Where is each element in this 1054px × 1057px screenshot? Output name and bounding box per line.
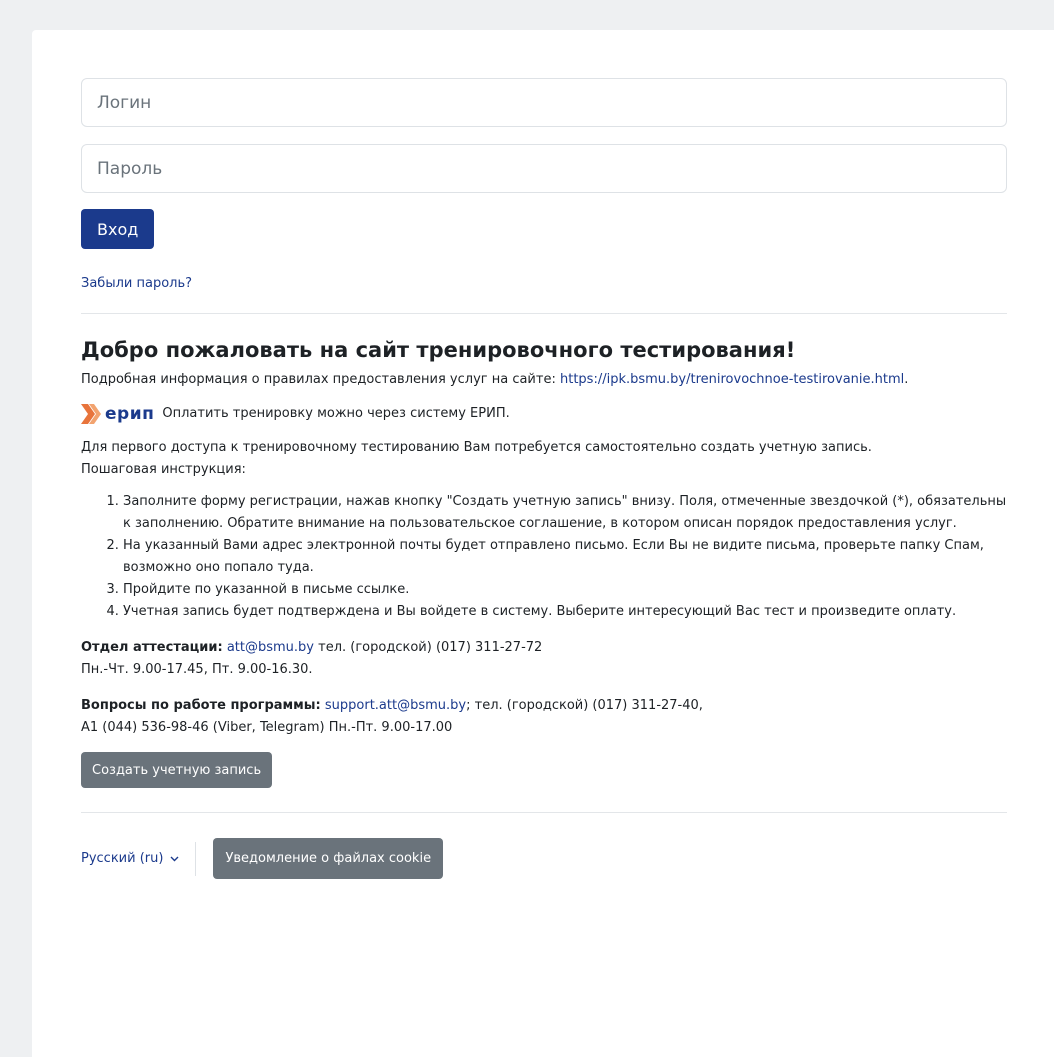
intro-text: Для первого доступа к тренировочному тес… (81, 437, 1007, 481)
erip-chevron-icon (81, 404, 101, 424)
erip-logo: ерип (81, 404, 154, 424)
login-button[interactable]: Вход (81, 209, 155, 249)
support-line-2: А1 (044) 536-98-46 (Viber, Telegram) Пн.… (81, 720, 453, 735)
list-item: Учетная запись будет подтверждена и Вы в… (123, 601, 1007, 623)
language-label: Русский (ru) (81, 851, 164, 866)
info-paragraph: Подробная информация о правилах предоста… (81, 369, 1007, 391)
chevron-down-icon (170, 856, 179, 861)
info-link[interactable]: https://ipk.bsmu.by/trenirovochnoe-testi… (560, 372, 904, 387)
login-input[interactable] (81, 78, 1007, 127)
footer-separator (195, 841, 197, 876)
list-item: На указанный Вами адрес электронной почт… (123, 535, 1007, 579)
support-label: Вопросы по работе программы: (81, 698, 321, 713)
divider (81, 313, 1007, 314)
list-item: Заполните форму регистрации, нажав кнопк… (123, 491, 1007, 535)
attestation-phone: тел. (городской) (017) 311-27-72 (318, 640, 543, 655)
erip-text: Оплатить тренировку можно через систему … (162, 406, 510, 421)
attestation-label: Отдел аттестации: (81, 640, 223, 655)
forgot-password-link[interactable]: Забыли пароль? (81, 276, 1007, 291)
language-selector[interactable]: Русский (ru) (81, 851, 179, 866)
create-account-button[interactable]: Создать учетную запись (81, 752, 273, 788)
support-contact: Вопросы по работе программы: support.att… (81, 695, 1007, 739)
list-item: Пройдите по указанной в письме ссылке. (123, 579, 1007, 601)
support-email-link[interactable]: support.att@bsmu.by (325, 698, 466, 713)
attestation-contact: Отдел аттестации: att@bsmu.by тел. (горо… (81, 637, 1007, 681)
attestation-email-link[interactable]: att@bsmu.by (227, 640, 314, 655)
info-suffix: . (904, 372, 909, 387)
info-text: Подробная информация о правилах предоста… (81, 372, 556, 387)
footer: Русский (ru) Уведомление о файлах cookie (81, 838, 1007, 879)
footer-divider (81, 812, 1007, 813)
login-card: Вход Забыли пароль? Добро пожаловать на … (32, 30, 1054, 1057)
password-input[interactable] (81, 144, 1007, 193)
erip-row: ерип Оплатить тренировку можно через сис… (81, 403, 1007, 425)
support-phone: ; тел. (городской) (017) 311-27-40, (466, 698, 703, 713)
attestation-hours: Пн.-Чт. 9.00-17.45, Пт. 9.00-16.30. (81, 662, 313, 677)
intro-line-2: Пошаговая инструкция: (81, 462, 246, 477)
welcome-title: Добро пожаловать на сайт тренировочного … (81, 338, 796, 362)
login-content: Вход Забыли пароль? Добро пожаловать на … (81, 78, 1007, 879)
intro-line-1: Для первого доступа к тренировочному тес… (81, 440, 872, 455)
erip-logo-text: ерип (105, 404, 155, 424)
instruction-steps: Заполните форму регистрации, нажав кнопк… (81, 491, 1007, 623)
cookie-notice-button[interactable]: Уведомление о файлах cookie (213, 838, 444, 879)
